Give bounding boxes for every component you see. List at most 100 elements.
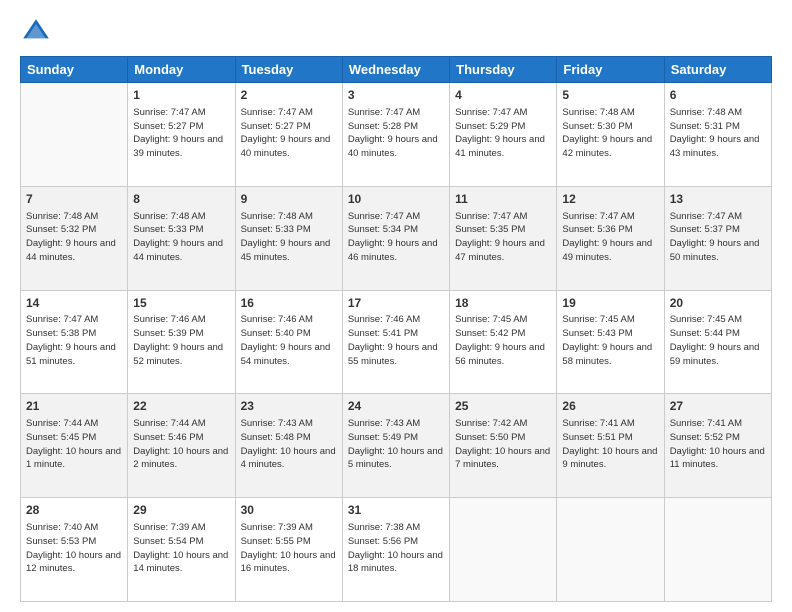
day-number: 7 [26,191,122,208]
calendar-day-cell: 26Sunrise: 7:41 AMSunset: 5:51 PMDayligh… [557,394,664,498]
day-number: 1 [133,87,229,104]
day-info: Sunrise: 7:48 AMSunset: 5:30 PMDaylight:… [562,106,658,161]
calendar-day-header: Friday [557,57,664,83]
day-info: Sunrise: 7:41 AMSunset: 5:52 PMDaylight:… [670,417,766,472]
day-number: 31 [348,502,444,519]
day-info: Sunrise: 7:45 AMSunset: 5:43 PMDaylight:… [562,313,658,368]
calendar-day-cell: 23 Sunrise: 7:43 AMSunset: 5:48 PMDayligh… [235,394,342,498]
calendar-day-cell: 9 Sunrise: 7:48 AMSunset: 5:33 PMDaylight… [235,186,342,290]
calendar-day-header: Saturday [664,57,771,83]
calendar-day-cell: 21 Sunrise: 7:44 AMSunset: 5:45 PMDayligh… [21,394,128,498]
logo [20,16,56,48]
day-number: 25 [455,398,551,415]
day-number: 18 [455,295,551,312]
day-number: 27 [670,398,766,415]
calendar-day-cell: 25 Sunrise: 7:42 AMSunset: 5:50 PMDayligh… [450,394,557,498]
calendar-week-row: 14Sunrise: 7:47 AMSunset: 5:38 PMDayligh… [21,290,772,394]
day-number: 9 [241,191,337,208]
day-info: Sunrise: 7:48 AMSunset: 5:33 PMDaylight:… [241,210,337,265]
calendar-week-row: 28Sunrise: 7:40 AMSunset: 5:53 PMDayligh… [21,498,772,602]
calendar-day-cell: 17Sunrise: 7:46 AMSunset: 5:41 PMDayligh… [342,290,449,394]
calendar-day-cell: 24 Sunrise: 7:43 AMSunset: 5:49 PMDayligh… [342,394,449,498]
calendar-day-cell: 2Sunrise: 7:47 AMSunset: 5:27 PMDaylight… [235,83,342,187]
calendar-day-cell: 7 Sunrise: 7:48 AMSunset: 5:32 PMDaylight… [21,186,128,290]
day-number: 10 [348,191,444,208]
day-number: 23 [241,398,337,415]
day-number: 16 [241,295,337,312]
day-info: Sunrise: 7:47 AMSunset: 5:36 PMDaylight:… [562,210,658,265]
calendar-day-header: Wednesday [342,57,449,83]
logo-icon [20,16,52,48]
day-number: 29 [133,502,229,519]
calendar-day-cell: 19Sunrise: 7:45 AMSunset: 5:43 PMDayligh… [557,290,664,394]
day-info: Sunrise: 7:48 AMSunset: 5:32 PMDaylight:… [26,210,122,265]
day-info: Sunrise: 7:47 AMSunset: 5:29 PMDaylight:… [455,106,551,161]
day-info: Sunrise: 7:45 AMSunset: 5:42 PMDaylight:… [455,313,551,368]
day-info: Sunrise: 7:47 AMSunset: 5:37 PMDaylight:… [670,210,766,265]
day-info: Sunrise: 7:43 AMSunset: 5:49 PMDaylight:… [348,417,444,472]
calendar-day-header: Sunday [21,57,128,83]
calendar-day-cell: 12 Sunrise: 7:47 AMSunset: 5:36 PMDayligh… [557,186,664,290]
day-info: Sunrise: 7:48 AMSunset: 5:31 PMDaylight:… [670,106,766,161]
day-number: 28 [26,502,122,519]
day-info: Sunrise: 7:47 AMSunset: 5:28 PMDaylight:… [348,106,444,161]
day-info: Sunrise: 7:38 AMSunset: 5:56 PMDaylight:… [348,521,444,576]
calendar-week-row: 21 Sunrise: 7:44 AMSunset: 5:45 PMDayligh… [21,394,772,498]
calendar-day-cell: 11 Sunrise: 7:47 AMSunset: 5:35 PMDayligh… [450,186,557,290]
calendar-day-cell: 30Sunrise: 7:39 AMSunset: 5:55 PMDayligh… [235,498,342,602]
day-number: 13 [670,191,766,208]
calendar-week-row: 7 Sunrise: 7:48 AMSunset: 5:32 PMDaylight… [21,186,772,290]
day-number: 15 [133,295,229,312]
day-number: 26 [562,398,658,415]
day-number: 3 [348,87,444,104]
calendar-week-row: 1 Sunrise: 7:47 AMSunset: 5:27 PMDaylight… [21,83,772,187]
day-info: Sunrise: 7:47 AMSunset: 5:35 PMDaylight:… [455,210,551,265]
day-number: 20 [670,295,766,312]
day-number: 2 [241,87,337,104]
calendar-day-header: Thursday [450,57,557,83]
header [20,16,772,48]
calendar-day-cell: 29Sunrise: 7:39 AMSunset: 5:54 PMDayligh… [128,498,235,602]
day-info: Sunrise: 7:46 AMSunset: 5:40 PMDaylight:… [241,313,337,368]
day-number: 12 [562,191,658,208]
day-info: Sunrise: 7:47 AMSunset: 5:38 PMDaylight:… [26,313,122,368]
calendar-day-cell: 18Sunrise: 7:45 AMSunset: 5:42 PMDayligh… [450,290,557,394]
day-number: 11 [455,191,551,208]
day-info: Sunrise: 7:46 AMSunset: 5:41 PMDaylight:… [348,313,444,368]
day-number: 8 [133,191,229,208]
calendar-day-cell: 5 Sunrise: 7:48 AMSunset: 5:30 PMDaylight… [557,83,664,187]
calendar-day-cell: 10Sunrise: 7:47 AMSunset: 5:34 PMDayligh… [342,186,449,290]
day-info: Sunrise: 7:47 AMSunset: 5:27 PMDaylight:… [133,106,229,161]
day-info: Sunrise: 7:42 AMSunset: 5:50 PMDaylight:… [455,417,551,472]
calendar-day-cell: 22 Sunrise: 7:44 AMSunset: 5:46 PMDayligh… [128,394,235,498]
calendar-day-cell: 28Sunrise: 7:40 AMSunset: 5:53 PMDayligh… [21,498,128,602]
day-number: 6 [670,87,766,104]
day-number: 30 [241,502,337,519]
day-info: Sunrise: 7:43 AMSunset: 5:48 PMDaylight:… [241,417,337,472]
calendar-day-cell: 4 Sunrise: 7:47 AMSunset: 5:29 PMDaylight… [450,83,557,187]
calendar-day-cell: 3 Sunrise: 7:47 AMSunset: 5:28 PMDaylight… [342,83,449,187]
calendar-day-cell: 15Sunrise: 7:46 AMSunset: 5:39 PMDayligh… [128,290,235,394]
calendar-table: SundayMondayTuesdayWednesdayThursdayFrid… [20,56,772,602]
calendar-header-row: SundayMondayTuesdayWednesdayThursdayFrid… [21,57,772,83]
day-number: 4 [455,87,551,104]
page: SundayMondayTuesdayWednesdayThursdayFrid… [0,0,792,612]
day-number: 14 [26,295,122,312]
calendar-day-header: Monday [128,57,235,83]
day-info: Sunrise: 7:44 AMSunset: 5:46 PMDaylight:… [133,417,229,472]
day-info: Sunrise: 7:45 AMSunset: 5:44 PMDaylight:… [670,313,766,368]
calendar-day-cell: 6 Sunrise: 7:48 AMSunset: 5:31 PMDaylight… [664,83,771,187]
calendar-day-cell: 20Sunrise: 7:45 AMSunset: 5:44 PMDayligh… [664,290,771,394]
day-number: 21 [26,398,122,415]
calendar-day-cell [450,498,557,602]
calendar-day-cell [664,498,771,602]
day-number: 24 [348,398,444,415]
day-number: 19 [562,295,658,312]
calendar-day-header: Tuesday [235,57,342,83]
calendar-day-cell: 31 Sunrise: 7:38 AMSunset: 5:56 PMDayligh… [342,498,449,602]
day-number: 5 [562,87,658,104]
calendar-day-cell [21,83,128,187]
calendar-day-cell: 13 Sunrise: 7:47 AMSunset: 5:37 PMDayligh… [664,186,771,290]
day-number: 22 [133,398,229,415]
day-info: Sunrise: 7:44 AMSunset: 5:45 PMDaylight:… [26,417,122,472]
